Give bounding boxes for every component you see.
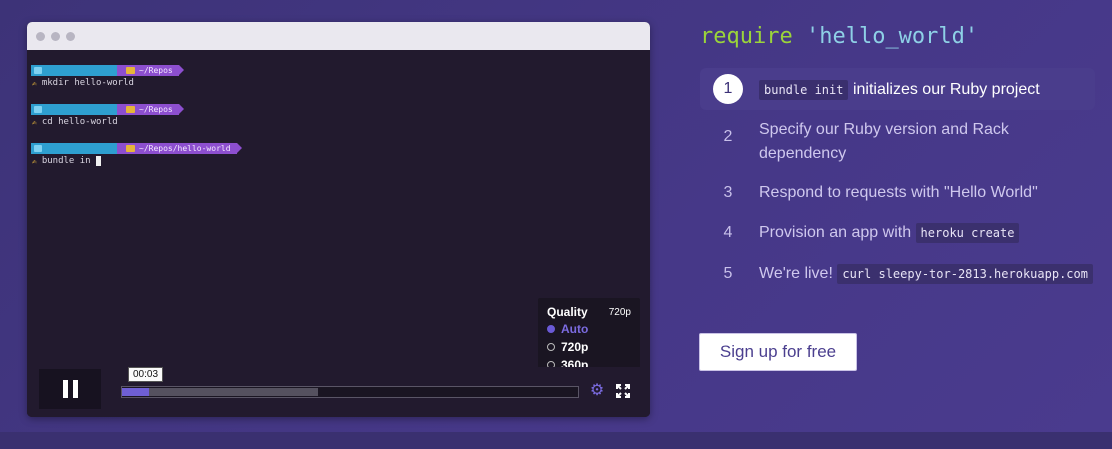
step-item-4[interactable]: 4 Provision an app with heroku create [700, 218, 1095, 254]
progress-bar[interactable] [121, 386, 579, 398]
step-code: bundle init [759, 80, 849, 100]
step-label: initializes our Ruby project [852, 81, 1040, 98]
heading-keyword: require [700, 24, 793, 49]
terminal-cursor [95, 156, 101, 166]
prompt-arrow-icon: ✍ [32, 156, 37, 166]
prompt-dir: ~/Repos [139, 66, 173, 75]
radio-icon [547, 325, 555, 333]
prompt-dir-segment: ~/Repos/hello-world [117, 143, 242, 154]
quality-menu-title: Quality [547, 305, 588, 319]
prompt-dir-segment: ~/Repos [117, 104, 184, 115]
time-tooltip: 00:03 [128, 367, 164, 382]
progress-buffered [122, 388, 319, 396]
pause-icon [72, 380, 78, 398]
step-item-5[interactable]: 5 We're live! curl sleepy-tor-2813.herok… [700, 259, 1095, 295]
folder-icon [126, 67, 135, 74]
apple-icon [34, 67, 42, 74]
step-text: Provision an app with heroku create [759, 221, 1020, 245]
prompt-user-segment [31, 65, 122, 76]
quality-option-label: Auto [561, 322, 589, 336]
window-dot-icon [51, 31, 60, 41]
step-number: 2 [723, 128, 733, 145]
step-number: 4 [723, 224, 733, 241]
pause-button[interactable] [39, 369, 101, 409]
step-label: Specify our Ruby version and Rack depend… [759, 121, 1009, 162]
quality-option-720p[interactable]: 720p [547, 338, 631, 356]
step-number: 5 [723, 265, 733, 282]
video-window: ~/Repos ✍ mkdir hello-world ~/Repos ✍ cd… [27, 22, 650, 417]
prompt-dir: ~/Repos/hello-world [139, 144, 231, 153]
gear-icon[interactable]: ⚙ [589, 383, 605, 399]
quality-option-auto[interactable]: Auto [547, 320, 631, 338]
step-item-3[interactable]: 3 Respond to requests with "Hello World" [700, 178, 1095, 214]
progress-played [122, 388, 150, 396]
terminal-command-line: ✍ bundle in [32, 156, 101, 166]
step-text: bundle init initializes our Ruby project [759, 78, 1040, 102]
prompt-user-segment [31, 104, 122, 115]
player-controls: 00:03 ⚙ [27, 367, 650, 417]
quality-menu-header: Quality 720p [547, 304, 631, 320]
step-number: 3 [723, 184, 733, 201]
step-item-1[interactable]: 1 bundle init initializes our Ruby proje… [700, 68, 1095, 110]
step-label: Provision an app with [759, 224, 912, 241]
step-label: We're live! [759, 265, 833, 282]
window-dot-icon [66, 31, 75, 41]
radio-icon [547, 343, 555, 351]
apple-icon [34, 145, 42, 152]
heading-string: 'hello_world' [805, 24, 979, 49]
terminal-prompt: ~/Repos [31, 104, 184, 115]
window-dot-icon [36, 31, 45, 41]
fullscreen-icon[interactable] [616, 384, 630, 398]
prompt-arrow-icon: ✍ [32, 117, 37, 127]
terminal-prompt: ~/Repos/hello-world [31, 143, 242, 154]
quality-option-label: 720p [561, 340, 589, 354]
terminal-command-line: ✍ cd hello-world [32, 117, 118, 127]
quality-current: 720p [608, 306, 631, 318]
folder-icon [126, 145, 135, 152]
terminal-command: cd hello-world [41, 117, 118, 127]
page-bottom-strip [0, 432, 1112, 449]
prompt-user-segment [31, 143, 122, 154]
prompt-dir: ~/Repos [139, 105, 173, 114]
terminal-command: bundle in [41, 156, 91, 166]
step-label: Respond to requests with "Hello World" [759, 184, 1038, 201]
step-code: curl sleepy-tor-2813.herokuapp.com [837, 264, 1093, 284]
terminal-video[interactable]: ~/Repos ✍ mkdir hello-world ~/Repos ✍ cd… [27, 50, 650, 417]
prompt-dir-segment: ~/Repos [117, 65, 184, 76]
folder-icon [126, 106, 135, 113]
signup-button[interactable]: Sign up for free [699, 333, 857, 371]
terminal-command-line: ✍ mkdir hello-world [32, 78, 134, 88]
step-number: 1 [713, 74, 743, 104]
step-item-2[interactable]: 2 Specify our Ruby version and Rack depe… [700, 116, 1095, 170]
step-code: heroku create [915, 223, 1020, 243]
terminal-command: mkdir hello-world [41, 78, 134, 88]
apple-icon [34, 106, 42, 113]
terminal-prompt: ~/Repos [31, 65, 184, 76]
pause-icon [62, 380, 68, 398]
page-heading: require 'hello_world' [700, 24, 978, 49]
step-text: We're live! curl sleepy-tor-2813.herokua… [759, 262, 1093, 286]
prompt-arrow-icon: ✍ [32, 78, 37, 88]
window-titlebar [27, 22, 650, 50]
